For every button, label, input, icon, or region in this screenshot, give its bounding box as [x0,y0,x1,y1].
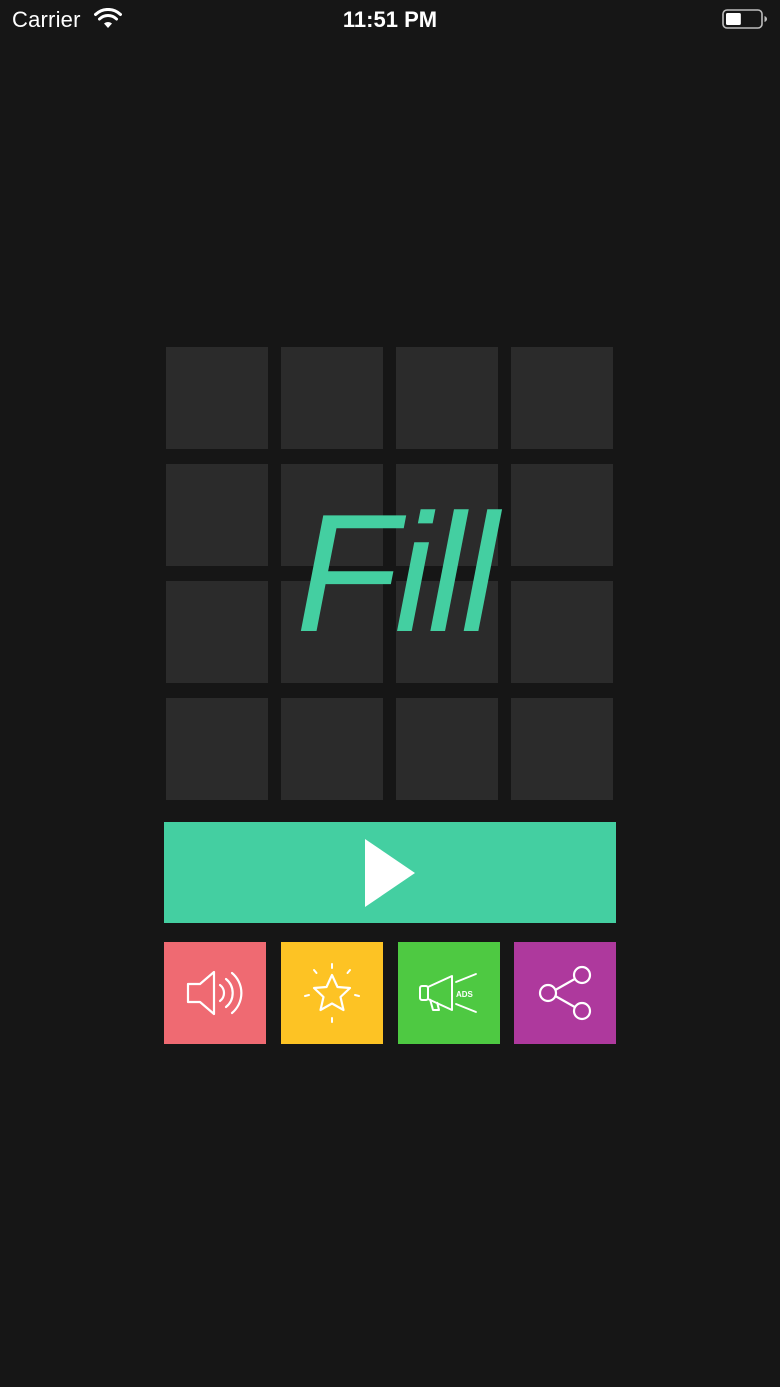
grid-tile [166,698,268,800]
sound-button[interactable] [164,942,266,1044]
ads-label: ADS [456,990,474,999]
ads-button[interactable]: ADS [398,942,500,1044]
share-button[interactable] [514,942,616,1044]
grid-tile [281,347,383,449]
grid-tile [511,698,613,800]
play-icon [365,839,415,907]
status-time: 11:51 PM [342,7,438,32]
grid-tile [396,698,498,800]
megaphone-icon: ADS [419,973,477,1013]
grid-tile [166,464,268,566]
grid-tile [511,581,613,683]
share-icon [538,965,592,1021]
grid-tile [166,581,268,683]
speaker-icon [186,970,243,1016]
status-bar: Carrier 11:51 PM [0,0,780,40]
grid-tile [511,347,613,449]
star-icon [304,963,360,1023]
battery-icon [722,9,767,29]
grid-tile [396,347,498,449]
grid-tile [166,347,268,449]
grid-tile [281,698,383,800]
grid-tile [511,464,613,566]
rate-button[interactable] [281,942,383,1044]
game-logo: Fill [295,479,499,667]
